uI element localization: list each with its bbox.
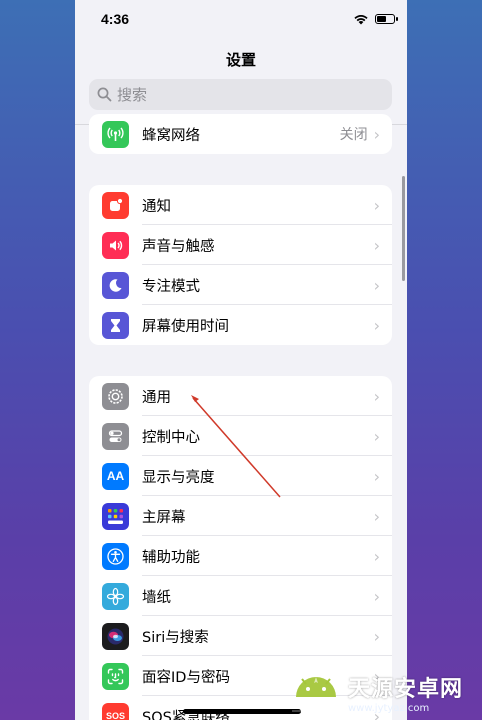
settings-row-label: 声音与触感 xyxy=(142,238,215,255)
chevron-right-icon: › xyxy=(373,315,380,335)
settings-row-label: 蜂窝网络 xyxy=(142,127,200,144)
settings-row-wallpaper[interactable]: 墙纸 › xyxy=(89,576,392,616)
sos-icon: SOS xyxy=(102,702,129,720)
moon-icon xyxy=(102,271,129,299)
settings-row-label: 通知 xyxy=(142,198,171,215)
settings-row-home-screen[interactable]: 主屏幕 › xyxy=(89,496,392,536)
settings-row-label: Siri与搜索 xyxy=(142,629,209,646)
android-logo-icon xyxy=(292,677,340,712)
gear-icon xyxy=(102,382,129,410)
settings-row-label: 通用 xyxy=(142,389,171,406)
settings-row-siri[interactable]: Siri与搜索 › xyxy=(89,616,392,656)
watermark-brand: 天源安卓网 xyxy=(348,676,464,702)
settings-row-label: 屏幕使用时间 xyxy=(142,318,229,335)
chevron-right-icon: › xyxy=(373,386,380,406)
search-input[interactable] xyxy=(117,85,377,104)
settings-row-accessibility[interactable]: 辅助功能 › xyxy=(89,536,392,576)
page-title: 设置 xyxy=(225,51,256,69)
toggles-icon xyxy=(102,422,129,450)
settings-row-label: 显示与亮度 xyxy=(142,469,215,486)
wifi-icon xyxy=(354,15,368,25)
settings-row-value: 关闭 xyxy=(339,127,368,143)
watermark: 天源安卓网 www.jytyaz.com xyxy=(288,664,482,720)
antenna-icon xyxy=(102,120,129,148)
settings-row-control-center[interactable]: 控制中心 › xyxy=(89,416,392,456)
settings-row-label: 主屏幕 xyxy=(142,509,186,526)
settings-row-cellular[interactable]: 蜂窝网络 关闭 › xyxy=(89,114,392,154)
chevron-right-icon: › xyxy=(373,546,380,566)
status-time: 4:36 xyxy=(101,11,130,27)
home-indicator[interactable] xyxy=(183,709,301,714)
settings-row-general[interactable]: 通用 › xyxy=(89,376,392,416)
settings-row-screen-time[interactable]: 屏幕使用时间 › xyxy=(89,305,392,345)
settings-screen: 4:36 设置 搜索 蜂窝网络 关闭 › 通知 › 声音与触感 › 专注模式 ›… xyxy=(75,0,407,720)
scrollbar[interactable] xyxy=(402,176,405,281)
settings-row-sounds[interactable]: 声音与触感 › xyxy=(89,225,392,265)
speaker-icon xyxy=(102,231,129,259)
flower-icon xyxy=(102,582,129,610)
chevron-right-icon: › xyxy=(373,426,380,446)
settings-row-notifications[interactable]: 通知 › xyxy=(89,185,392,225)
watermark-url: www.jytyaz.com xyxy=(348,702,430,714)
settings-row-label: 墙纸 xyxy=(142,589,171,606)
chevron-right-icon: › xyxy=(373,275,380,295)
bell-icon xyxy=(102,191,129,219)
chevron-right-icon: › xyxy=(373,124,380,144)
text-size-icon: AA xyxy=(102,462,129,490)
face-id-icon xyxy=(102,662,129,690)
settings-row-focus[interactable]: 专注模式 › xyxy=(89,265,392,305)
hourglass-icon xyxy=(102,311,129,339)
chevron-right-icon: › xyxy=(373,586,380,606)
battery-icon xyxy=(375,14,398,24)
chevron-right-icon: › xyxy=(373,235,380,255)
home-grid-icon xyxy=(102,502,129,530)
settings-group-notifications: 通知 › 声音与触感 › 专注模式 › 屏幕使用时间 › xyxy=(89,185,392,345)
chevron-right-icon: › xyxy=(373,506,380,526)
search-icon xyxy=(97,87,112,102)
chevron-right-icon: › xyxy=(373,195,380,215)
siri-icon xyxy=(102,622,129,650)
settings-row-display[interactable]: AA 显示与亮度 › xyxy=(89,456,392,496)
accessibility-icon xyxy=(102,542,129,570)
settings-group-network: 蜂窝网络 关闭 › xyxy=(89,114,392,154)
settings-row-label: 辅助功能 xyxy=(142,549,200,566)
settings-row-label: 控制中心 xyxy=(142,429,200,446)
search-bar[interactable] xyxy=(89,79,392,110)
settings-row-label: 专注模式 xyxy=(142,278,200,295)
chevron-right-icon: › xyxy=(373,626,380,646)
chevron-right-icon: › xyxy=(373,466,380,486)
status-bar: 4:36 xyxy=(75,0,407,40)
status-icons xyxy=(353,13,398,25)
